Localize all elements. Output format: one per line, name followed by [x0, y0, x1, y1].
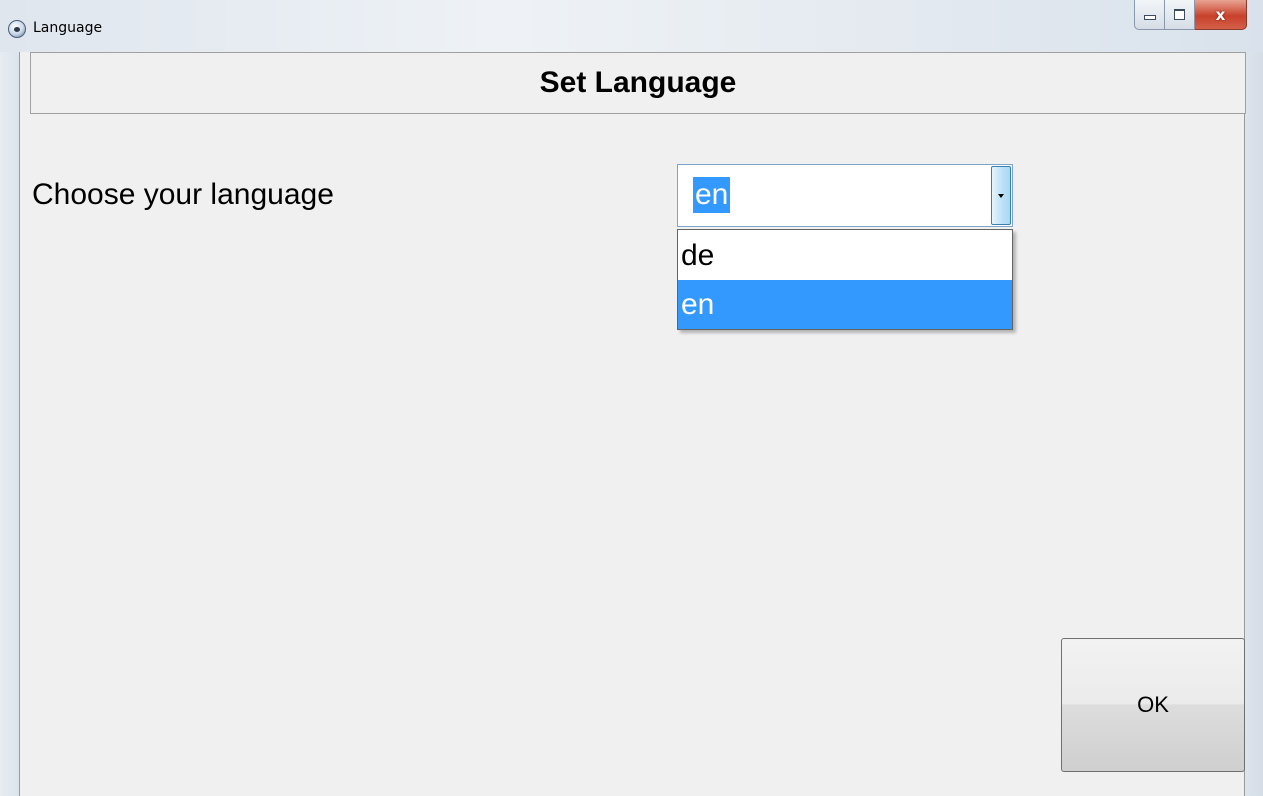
window-frame-right — [1245, 52, 1263, 796]
chevron-down-icon — [998, 193, 1004, 198]
app-icon — [8, 20, 26, 38]
title-bar[interactable]: Language x — [0, 0, 1263, 52]
language-select-value[interactable]: en — [693, 177, 731, 213]
minimize-icon — [1143, 15, 1156, 20]
page-title: Set Language — [539, 66, 737, 99]
close-icon: x — [1215, 5, 1226, 24]
header-box: Set Language — [30, 52, 1246, 114]
language-option-en[interactable]: en — [678, 280, 1012, 329]
maximize-icon — [1174, 9, 1185, 20]
caption-buttons: x — [1134, 0, 1247, 30]
language-select[interactable]: en — [677, 164, 1013, 227]
window-frame-left — [0, 52, 19, 796]
close-button[interactable]: x — [1195, 0, 1247, 30]
language-option-de[interactable]: de — [678, 231, 1012, 280]
ok-button[interactable]: OK — [1061, 638, 1245, 772]
minimize-button[interactable] — [1134, 0, 1165, 30]
choose-language-label: Choose your language — [32, 178, 334, 211]
maximize-button[interactable] — [1165, 0, 1195, 30]
language-dropdown-list: de en — [677, 229, 1013, 330]
window-title: Language — [33, 20, 103, 36]
dropdown-toggle-button[interactable] — [991, 166, 1011, 225]
language-window: Language x Set Language Choose your lang… — [0, 0, 1263, 796]
client-area: Set Language Choose your language en de … — [19, 52, 1246, 796]
